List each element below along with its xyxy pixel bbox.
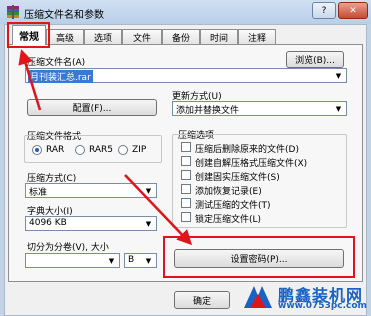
tab-general[interactable]: 常规 bbox=[12, 25, 46, 45]
arrow-to-password-button bbox=[124, 174, 193, 246]
annotation-arrows bbox=[18, 49, 193, 246]
watermark-url: www.0753pc.com bbox=[278, 301, 367, 311]
brand-logo-icon bbox=[244, 286, 272, 308]
arrow-to-general-tab bbox=[18, 49, 42, 111]
